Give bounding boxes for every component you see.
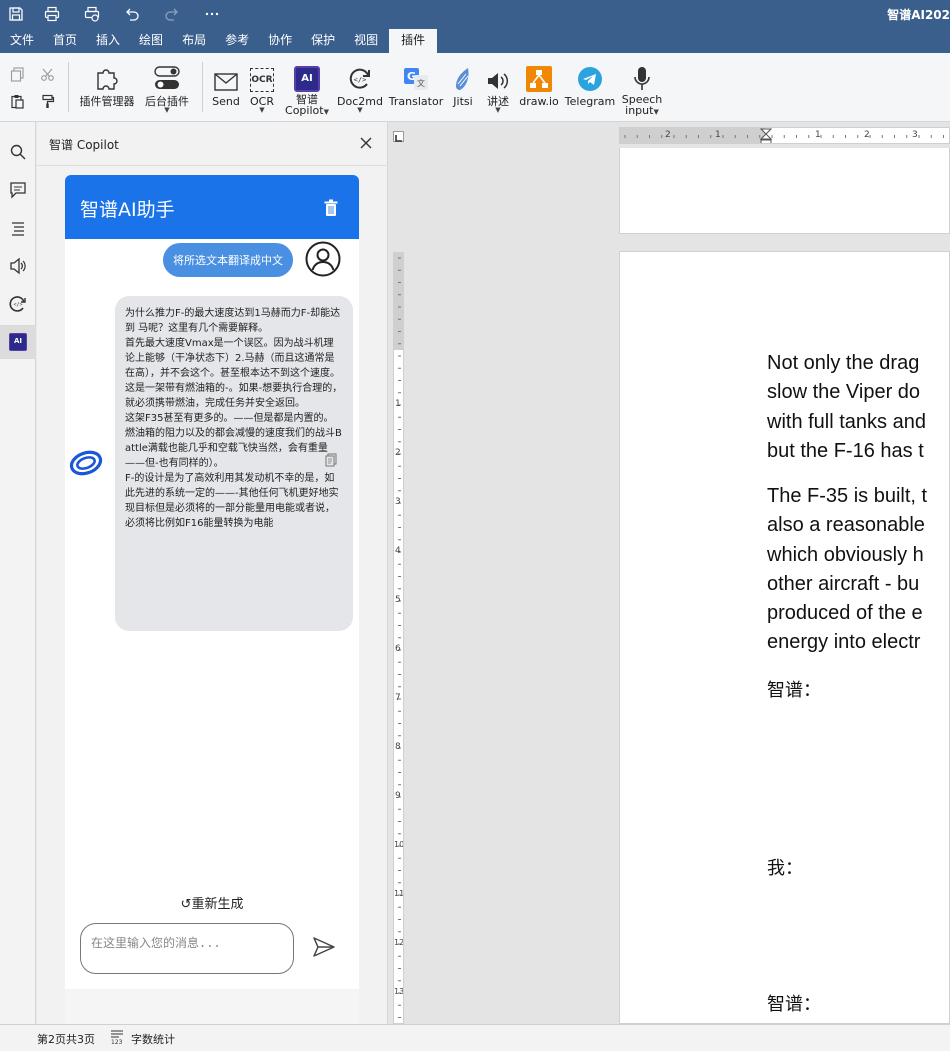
ocr-icon: OCR [246,62,278,92]
chevron-down-icon: ▼ [323,108,329,116]
menu-bar: 文件 首页 插入 绘图 布局 参考 协作 保护 视图 插件 [0,28,950,53]
speaker-icon [482,62,514,92]
speech-input-button[interactable]: Speech input▼ [620,62,664,116]
narrate-button[interactable]: 讲述 ▼ [482,62,514,114]
document-page-2[interactable]: Not only the drag slow the Viper do with… [619,251,950,1024]
svg-text:文: 文 [417,78,425,88]
app-title: 智谱AI202 [887,8,950,22]
zhipu-logo-icon [69,448,103,478]
navigation-icon[interactable] [0,211,36,245]
word-count-button[interactable]: 字数统计 [131,1031,175,1047]
horizontal-ruler[interactable]: 2 1 1 2 3 [619,127,950,144]
tab-home[interactable]: 首页 [45,29,85,53]
jitsi-button[interactable]: Jitsi [448,62,478,107]
tab-references[interactable]: 参考 [217,29,257,53]
tab-layout[interactable]: 布局 [174,29,214,53]
tab-plugins[interactable]: 插件 [389,29,438,53]
document-paragraph-1[interactable]: Not only the drag slow the Viper do with… [767,349,926,466]
document-page-1[interactable] [619,148,950,234]
status-bar: 第2页共3页 123 字数统计 [0,1024,950,1051]
page-count[interactable]: 第2页共3页 [37,1031,95,1047]
ai-chip-icon: AI [283,62,331,92]
chevron-down-icon: ▼ [357,106,363,114]
ai-chip-icon[interactable]: AI [0,325,36,359]
tab-collaborate[interactable]: 协作 [260,29,300,53]
chat-footer [65,989,359,1024]
tab-insert[interactable]: 插入 [88,29,128,53]
redo-icon[interactable] [152,0,192,28]
cut-icon[interactable] [38,65,56,83]
document-paragraph-2[interactable]: The F-35 is built, t also a reasonable w… [767,482,927,658]
format-painter-icon[interactable] [38,92,56,110]
close-icon[interactable] [358,135,374,151]
paste-icon[interactable] [8,92,26,110]
drawio-icon [518,62,560,92]
me-label[interactable]: 我： [767,854,803,880]
ai-message-text: 为什么推力F-的最大速度达到1马赫而力F-却能达到 马呢？这里有几个需要解释。 … [125,308,343,529]
toggle-icon [140,62,194,92]
search-icon[interactable] [0,135,36,169]
microphone-icon [620,62,664,92]
plugin-manager-button[interactable]: 插件管理器 [76,62,138,107]
chevron-down-icon: ▼ [653,108,659,116]
chevron-down-icon: ▼ [259,106,265,114]
send-icon[interactable] [312,935,336,959]
zhipu-label[interactable]: 智谱： [767,676,821,702]
ocr-button[interactable]: OCR OCR ▼ [246,62,278,114]
translate-icon: G文 [388,62,444,92]
chat-window: 智谱AI助手 将所选文本翻译成中文 为什么推力F-的最大速度达到1马赫而力F-却… [65,175,359,1024]
drawio-button[interactable]: draw.io [518,62,560,107]
print-icon[interactable] [32,0,72,28]
user-avatar-icon [305,241,341,277]
doc2md-icon: </> [336,62,384,92]
speaker-icon[interactable] [0,249,36,283]
tab-stop-button[interactable] [393,131,404,142]
svg-text:</>: </> [354,76,367,84]
copy-icon[interactable] [8,65,26,83]
background-plugins-button[interactable]: 后台插件 ▼ [140,62,194,114]
zhipu-label[interactable]: 智谱： [767,990,821,1016]
chat-title: 智谱AI助手 [80,199,175,221]
doc2md-icon[interactable]: </> [0,287,36,321]
chevron-down-icon: ▼ [495,106,501,114]
message-input[interactable]: 在这里输入您的消息... [80,923,294,974]
panel-title: 智谱 Copilot [49,138,119,152]
mail-icon [207,62,245,92]
title-bar: 智谱AI202 [0,0,950,28]
copilot-panel-header: 智谱 Copilot [37,122,388,166]
zhipu-copilot-button[interactable]: AI 智谱 Copilot▼ [283,62,331,116]
svg-text:123: 123 [111,1039,123,1045]
left-sidebar: </> AI [0,122,36,1024]
undo-icon[interactable] [112,0,152,28]
save-icon[interactable] [0,0,32,28]
puzzle-icon [76,62,138,92]
ai-message-bubble: 为什么推力F-的最大速度达到1马赫而力F-却能达到 马呢？这里有几个需要解释。 … [115,296,353,631]
regenerate-button[interactable]: ↺重新生成 [65,893,359,912]
user-message-bubble: 将所选文本翻译成中文 [163,243,293,277]
telegram-button[interactable]: Telegram [563,62,617,107]
copy-icon[interactable] [325,453,337,467]
tab-draw[interactable]: 绘图 [131,29,171,53]
indent-marker-icon[interactable] [760,128,772,144]
doc2md-button[interactable]: </> Doc2md ▼ [336,62,384,114]
trash-icon[interactable] [323,199,339,217]
telegram-icon [563,62,617,92]
document-area[interactable]: 2 1 1 2 3 1 2 3 4 5 6 7 8 9 10 11 12 13 … [388,122,950,1024]
more-icon[interactable] [192,0,232,28]
tab-protect[interactable]: 保护 [303,29,343,53]
copilot-panel: 智谱 Copilot 智谱AI助手 将所选文本翻译成中文 为什么推力F-的最大速… [37,122,388,1024]
svg-text:</>: </> [13,302,22,308]
ribbon-toolbar: 插件管理器 后台插件 ▼ Send OCR OCR ▼ AI 智谱 Copilo… [0,53,950,122]
tab-view[interactable]: 视图 [346,29,386,53]
chat-header: 智谱AI助手 [65,175,359,239]
chevron-down-icon: ▼ [164,106,170,114]
send-plugin-button[interactable]: Send [207,62,245,107]
tab-file[interactable]: 文件 [2,29,42,53]
quick-print-icon[interactable] [72,0,112,28]
comment-icon[interactable] [0,173,36,207]
word-count-icon[interactable]: 123 [110,1029,124,1046]
jitsi-icon [448,62,478,92]
translator-button[interactable]: G文 Translator [388,62,444,107]
vertical-ruler[interactable]: 1 2 3 4 5 6 7 8 9 10 11 12 13 [393,252,404,1024]
